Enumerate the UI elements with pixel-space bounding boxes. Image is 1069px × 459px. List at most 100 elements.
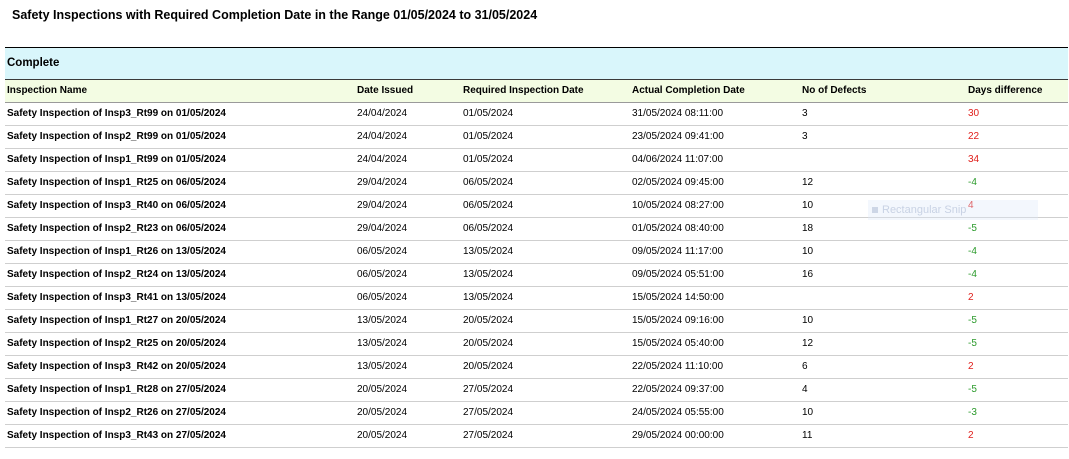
cell-required-date: 20/05/2024 [461,332,630,356]
cell-days-difference: 2 [966,424,1068,448]
cell-required-date: 20/05/2024 [461,309,630,333]
cell-days-difference: -5 [966,378,1068,402]
cell-date-issued: 24/04/2024 [355,125,461,149]
cell-inspection-name: Safety Inspection of Insp3_Rt40 on 06/05… [5,194,355,218]
cell-days-difference: -5 [966,332,1068,356]
cell-actual-completion: 22/05/2024 11:10:00 [630,355,800,379]
cell-required-date: 01/05/2024 [461,148,630,172]
cell-required-date: 27/05/2024 [461,424,630,448]
cell-days-difference: 2 [966,286,1068,310]
table-row[interactable]: Safety Inspection of Insp3_Rt41 on 13/05… [5,286,1068,310]
cell-inspection-name: Safety Inspection of Insp1_Rt27 on 20/05… [5,309,355,333]
cell-defects: 12 [800,171,966,195]
cell-actual-completion: 15/05/2024 09:16:00 [630,309,800,333]
cell-date-issued: 29/04/2024 [355,171,461,195]
cell-defects: 10 [800,240,966,264]
cell-inspection-name: Safety Inspection of Insp2_Rt24 on 13/05… [5,263,355,287]
cell-actual-completion: 02/05/2024 09:45:00 [630,171,800,195]
cell-defects: 3 [800,102,966,126]
cell-days-difference: -5 [966,217,1068,241]
cell-inspection-name: Safety Inspection of Insp2_Rt23 on 06/05… [5,217,355,241]
table-row[interactable]: Safety Inspection of Insp1_Rt28 on 27/05… [5,378,1068,402]
cell-actual-completion: 24/05/2024 05:55:00 [630,401,800,425]
cell-defects: 10 [800,401,966,425]
table-row[interactable]: Safety Inspection of Insp3_Rt99 on 01/05… [5,102,1068,126]
cell-date-issued: 13/05/2024 [355,309,461,333]
cell-days-difference: -5 [966,309,1068,333]
cell-date-issued: 13/05/2024 [355,355,461,379]
column-header-required-date[interactable]: Required Inspection Date [461,80,630,103]
cell-defects: 4 [800,378,966,402]
report-panel: Complete Inspection Name Date Issued Req… [5,47,1068,448]
cell-required-date: 06/05/2024 [461,194,630,218]
cell-required-date: 13/05/2024 [461,240,630,264]
cell-inspection-name: Safety Inspection of Insp2_Rt26 on 27/05… [5,401,355,425]
cell-defects: 18 [800,217,966,241]
cell-date-issued: 06/05/2024 [355,240,461,264]
table-row[interactable]: Safety Inspection of Insp1_Rt25 on 06/05… [5,171,1068,195]
table-row[interactable]: Safety Inspection of Insp3_Rt42 on 20/05… [5,355,1068,379]
cell-actual-completion: 15/05/2024 14:50:00 [630,286,800,310]
cell-required-date: 06/05/2024 [461,217,630,241]
cell-defects: 10 [800,309,966,333]
cell-defects: 10 [800,194,966,218]
cell-actual-completion: 10/05/2024 08:27:00 [630,194,800,218]
table-row[interactable]: Safety Inspection of Insp2_Rt23 on 06/05… [5,217,1068,241]
cell-days-difference: -3 [966,401,1068,425]
table-row[interactable]: Safety Inspection of Insp3_Rt43 on 27/05… [5,424,1068,448]
cell-defects: 3 [800,125,966,149]
table-row[interactable]: Safety Inspection of Insp3_Rt40 on 06/05… [5,194,1068,218]
cell-defects [800,148,966,172]
cell-required-date: 06/05/2024 [461,171,630,195]
cell-days-difference: -4 [966,263,1068,287]
cell-inspection-name: Safety Inspection of Insp3_Rt43 on 27/05… [5,424,355,448]
cell-days-difference: -4 [966,240,1068,264]
cell-actual-completion: 29/05/2024 00:00:00 [630,424,800,448]
cell-days-difference: 30 [966,102,1068,126]
cell-required-date: 01/05/2024 [461,102,630,126]
cell-defects [800,286,966,310]
column-header-date-issued[interactable]: Date Issued [355,80,461,103]
cell-required-date: 01/05/2024 [461,125,630,149]
cell-required-date: 13/05/2024 [461,263,630,287]
table-row[interactable]: Safety Inspection of Insp2_Rt99 on 01/05… [5,125,1068,149]
cell-days-difference: 22 [966,125,1068,149]
report-title: Safety Inspections with Required Complet… [12,8,538,22]
cell-date-issued: 29/04/2024 [355,217,461,241]
cell-actual-completion: 09/05/2024 11:17:00 [630,240,800,264]
cell-actual-completion: 22/05/2024 09:37:00 [630,378,800,402]
cell-date-issued: 24/04/2024 [355,148,461,172]
cell-inspection-name: Safety Inspection of Insp1_Rt28 on 27/05… [5,378,355,402]
cell-date-issued: 24/04/2024 [355,102,461,126]
cell-date-issued: 29/04/2024 [355,194,461,218]
cell-inspection-name: Safety Inspection of Insp2_Rt99 on 01/05… [5,125,355,149]
column-header-actual-completion[interactable]: Actual Completion Date [630,80,800,103]
cell-date-issued: 06/05/2024 [355,286,461,310]
table-row[interactable]: Safety Inspection of Insp2_Rt26 on 27/05… [5,401,1068,425]
cell-required-date: 27/05/2024 [461,401,630,425]
cell-actual-completion: 15/05/2024 05:40:00 [630,332,800,356]
section-header-complete: Complete [5,48,1068,80]
cell-defects: 16 [800,263,966,287]
cell-actual-completion: 04/06/2024 11:07:00 [630,148,800,172]
cell-inspection-name: Safety Inspection of Insp1_Rt25 on 06/05… [5,171,355,195]
table-row[interactable]: Safety Inspection of Insp1_Rt27 on 20/05… [5,309,1068,333]
cell-required-date: 27/05/2024 [461,378,630,402]
table-row[interactable]: Safety Inspection of Insp1_Rt26 on 13/05… [5,240,1068,264]
table-row[interactable]: Safety Inspection of Insp2_Rt25 on 20/05… [5,332,1068,356]
cell-date-issued: 20/05/2024 [355,378,461,402]
cell-days-difference: 34 [966,148,1068,172]
table-row[interactable]: Safety Inspection of Insp2_Rt24 on 13/05… [5,263,1068,287]
column-header-defects[interactable]: No of Defects [800,80,966,103]
cell-inspection-name: Safety Inspection of Insp3_Rt42 on 20/05… [5,355,355,379]
cell-days-difference: 2 [966,355,1068,379]
table-row[interactable]: Safety Inspection of Insp1_Rt99 on 01/05… [5,148,1068,172]
cell-date-issued: 13/05/2024 [355,332,461,356]
column-header-inspection-name[interactable]: Inspection Name [5,80,355,103]
cell-inspection-name: Safety Inspection of Insp1_Rt99 on 01/05… [5,148,355,172]
cell-days-difference: 4 [966,194,1068,218]
cell-date-issued: 20/05/2024 [355,401,461,425]
column-header-days-difference[interactable]: Days difference [966,80,1068,103]
cell-actual-completion: 09/05/2024 05:51:00 [630,263,800,287]
cell-inspection-name: Safety Inspection of Insp3_Rt99 on 01/05… [5,102,355,126]
